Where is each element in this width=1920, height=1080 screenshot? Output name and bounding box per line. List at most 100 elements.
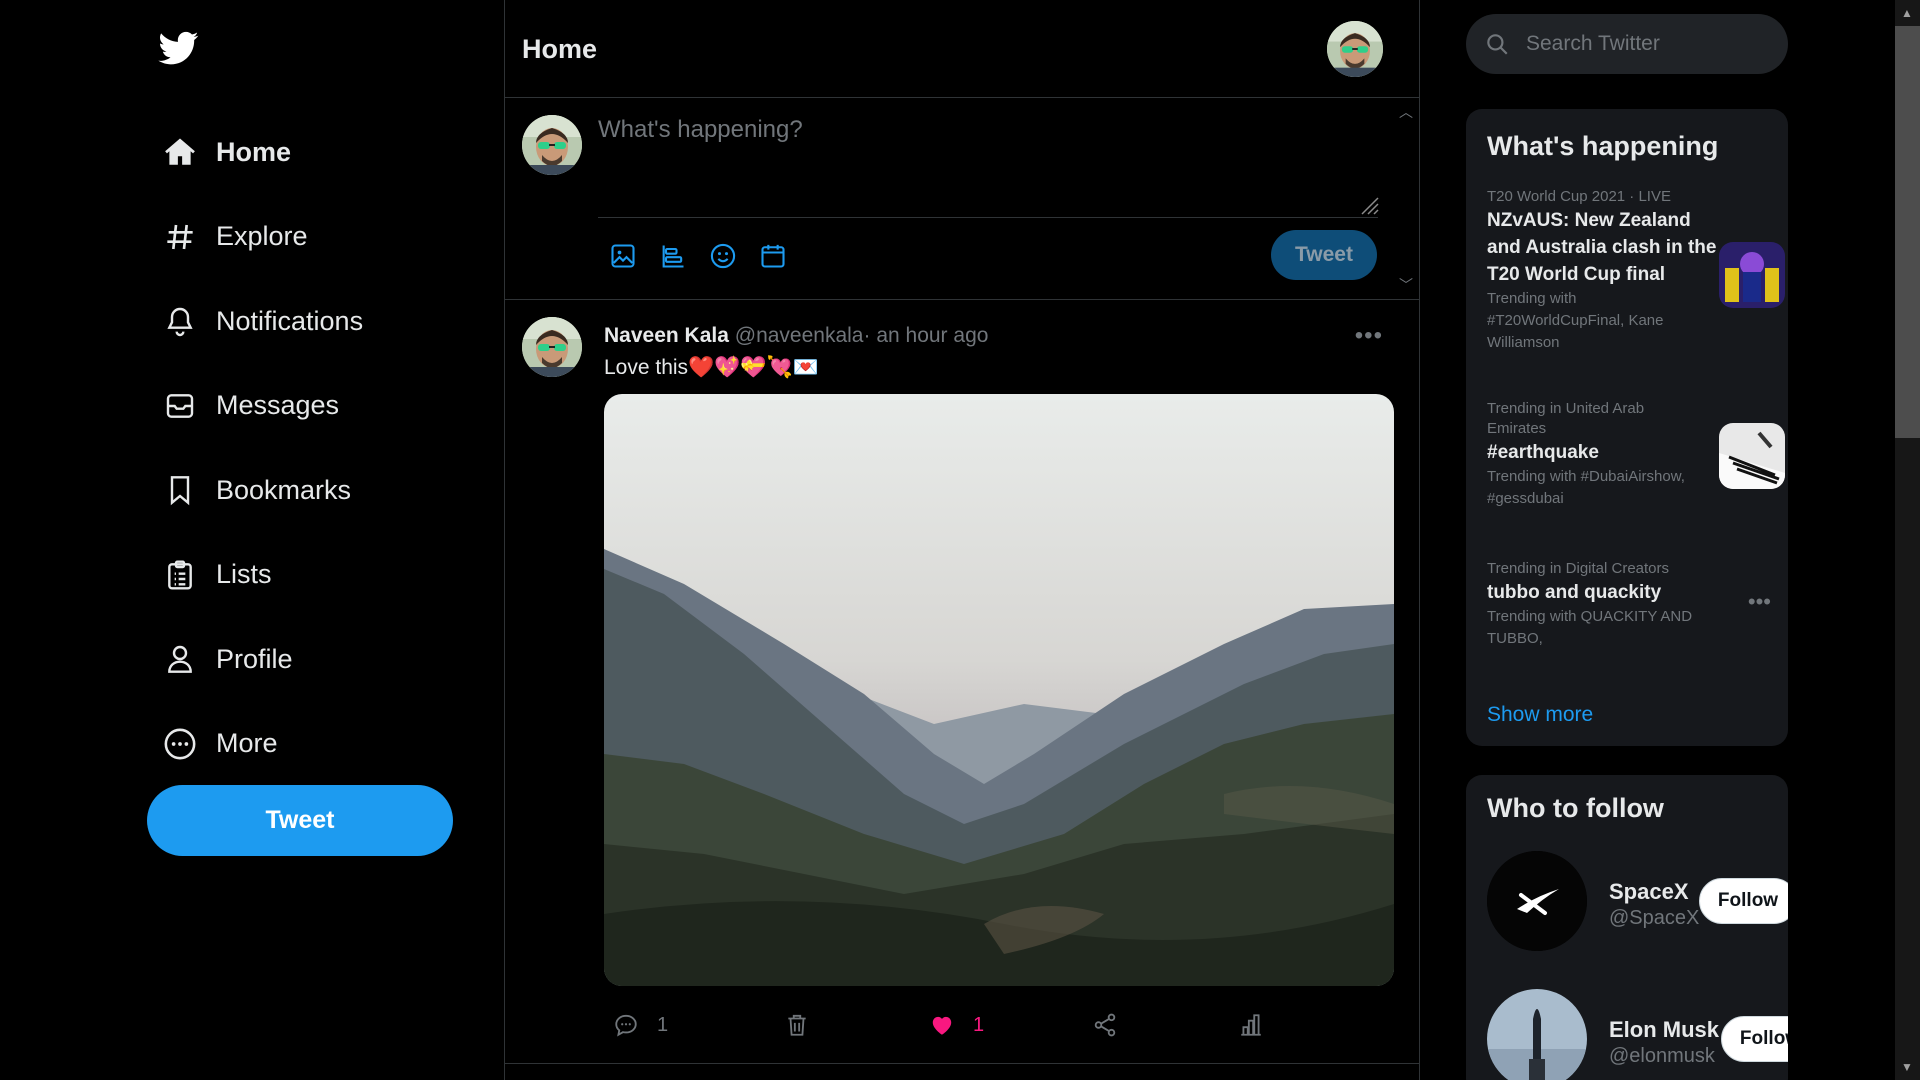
nav-home[interactable]: Home: [160, 110, 363, 195]
trend-item[interactable]: Trending in United Arab Emirates #earthq…: [1487, 399, 1785, 510]
resize-grip-icon[interactable]: [1357, 193, 1379, 215]
nav-label: Profile: [216, 643, 293, 674]
scroll-down-arrow-icon[interactable]: ▼: [1901, 1060, 1913, 1074]
reply-icon: [615, 1014, 637, 1037]
more-options-icon[interactable]: •••: [1748, 589, 1771, 615]
section-title: What's happening: [1487, 131, 1719, 161]
left-sidebar: Home Explore Notifications Messages Book…: [0, 0, 504, 1080]
lists-icon: [160, 555, 200, 595]
envelope-icon: [160, 386, 200, 426]
account-handle[interactable]: @elonmusk: [1609, 1045, 1715, 1068]
tweet-card[interactable]: Naveen Kala @naveenkala· an hour ago •••…: [505, 300, 1419, 1064]
account-handle[interactable]: @SpaceX: [1609, 907, 1699, 930]
tweet-author-handle[interactable]: @naveenkala: [735, 324, 864, 347]
trend-subtitle: Trending with QUACKITY AND TUBBO,: [1487, 608, 1693, 647]
tweet-author-name[interactable]: Naveen Kala: [604, 324, 729, 347]
tweet-actions: 1 1: [613, 1012, 1273, 1042]
trend-thumbnail: [1719, 242, 1785, 308]
account-name[interactable]: SpaceX: [1609, 879, 1689, 905]
nav-profile[interactable]: Profile: [160, 617, 363, 702]
twitter-logo-icon[interactable]: [158, 28, 200, 68]
trend-subtitle: Trending with #T20WorldCupFinal, Kane Wi…: [1487, 290, 1664, 351]
trash-icon: [788, 1014, 806, 1036]
tweet-avatar[interactable]: [522, 317, 582, 377]
analytics-icon: [1241, 1014, 1261, 1036]
analytics-button[interactable]: [1238, 1012, 1264, 1038]
trend-context: T20 World Cup 2021 · LIVE: [1487, 188, 1671, 205]
tweet-button[interactable]: Tweet: [147, 785, 453, 856]
avatar[interactable]: [1487, 989, 1587, 1080]
bookmark-icon: [160, 470, 200, 510]
timeline-header: Home: [505, 0, 1419, 98]
tweet-text: Love this❤️💖💝💘💌: [604, 356, 819, 379]
share-icon: [1094, 1013, 1116, 1037]
tweet-meta: Naveen Kala @naveenkala· an hour ago: [604, 324, 988, 348]
schedule-icon[interactable]: [759, 242, 787, 270]
nav-lists[interactable]: Lists: [160, 533, 363, 618]
image-icon[interactable]: [609, 242, 637, 270]
nav-bookmarks[interactable]: Bookmarks: [160, 448, 363, 533]
trend-title: NZvAUS: New Zealand and Australia clash …: [1487, 210, 1717, 285]
more-options-icon[interactable]: •••: [1355, 322, 1383, 350]
nav-label: Explore: [216, 221, 308, 252]
like-button[interactable]: 1: [929, 1012, 984, 1038]
nav-explore[interactable]: Explore: [160, 195, 363, 280]
nav-notifications[interactable]: Notifications: [160, 279, 363, 364]
emoji-icon[interactable]: [709, 242, 737, 270]
section-title: Who to follow: [1487, 793, 1664, 823]
trend-subtitle: Trending with #DubaiAirshow, #gessdubai: [1487, 468, 1685, 507]
follow-suggestion[interactable]: SpaceX @SpaceX Follow: [1487, 851, 1788, 951]
follow-button[interactable]: Follow: [1699, 878, 1788, 924]
nav-messages[interactable]: Messages: [160, 364, 363, 449]
whats-happening-card: What's happening T20 World Cup 2021 · LI…: [1466, 109, 1788, 746]
right-sidebar: What's happening T20 World Cup 2021 · LI…: [1420, 0, 1900, 1080]
follow-suggestion[interactable]: Elon Musk @elonmusk Follow: [1487, 989, 1788, 1080]
window-scrollbar[interactable]: ▲ ▼: [1895, 0, 1920, 1080]
show-more-link[interactable]: Show more: [1487, 703, 1593, 727]
account-name[interactable]: Elon Musk: [1609, 1017, 1719, 1043]
nav-label: More: [216, 728, 278, 759]
who-to-follow-card: Who to follow SpaceX @SpaceX Follow Elon…: [1466, 775, 1788, 1080]
share-button[interactable]: [1092, 1012, 1118, 1038]
tweet-composer: What's happening? Tweet ︿ ﹀: [505, 98, 1419, 300]
chevron-down-icon[interactable]: ﹀: [1399, 275, 1413, 295]
follow-button[interactable]: Follow: [1721, 1016, 1788, 1062]
trend-thumbnail: [1719, 423, 1785, 489]
hashtag-icon: [160, 217, 200, 257]
delete-button[interactable]: [784, 1012, 810, 1038]
trend-item[interactable]: Trending in Digital Creators tubbo and q…: [1487, 559, 1777, 650]
chevron-up-icon[interactable]: ︿: [1399, 102, 1413, 122]
nav-more[interactable]: More: [160, 702, 363, 787]
heart-icon: [932, 1016, 952, 1035]
trend-item[interactable]: T20 World Cup 2021 · LIVE NZvAUS: New Ze…: [1487, 187, 1785, 354]
trend-title: tubbo and quackity: [1487, 582, 1662, 603]
compose-input[interactable]: What's happening?: [598, 116, 1378, 218]
reply-button[interactable]: 1: [613, 1012, 668, 1038]
person-icon: [160, 639, 200, 679]
search-input[interactable]: [1526, 14, 1766, 74]
poll-icon[interactable]: [659, 242, 687, 270]
home-icon: [160, 132, 200, 172]
like-count: 1: [973, 1013, 985, 1036]
nav-label: Bookmarks: [216, 474, 352, 505]
avatar[interactable]: [1487, 851, 1587, 951]
trend-context: Trending in United Arab Emirates: [1487, 400, 1645, 437]
search-box[interactable]: [1466, 14, 1788, 74]
tweet-photo[interactable]: [604, 394, 1394, 986]
scroll-up-arrow-icon[interactable]: ▲: [1901, 6, 1913, 20]
trend-context: Trending in Digital Creators: [1487, 560, 1670, 577]
search-icon: [1484, 31, 1510, 57]
scrollbar-thumb[interactable]: [1895, 26, 1920, 438]
primary-nav: Home Explore Notifications Messages Book…: [160, 110, 363, 786]
more-circle-icon: [160, 724, 200, 764]
nav-label: Lists: [216, 559, 272, 590]
twitter-app: Home Explore Notifications Messages Book…: [0, 0, 1920, 1080]
compose-tweet-button[interactable]: Tweet: [1271, 230, 1377, 280]
nav-label: Messages: [216, 390, 340, 421]
composer-avatar[interactable]: [522, 115, 582, 175]
composer-toolbar: [609, 242, 787, 270]
main-timeline: Home What's happening? Tweet ︿ ﹀ Naveen …: [504, 0, 1420, 1080]
page-title: Home: [522, 34, 598, 64]
nav-label: Home: [216, 136, 292, 167]
header-avatar[interactable]: [1327, 21, 1383, 77]
